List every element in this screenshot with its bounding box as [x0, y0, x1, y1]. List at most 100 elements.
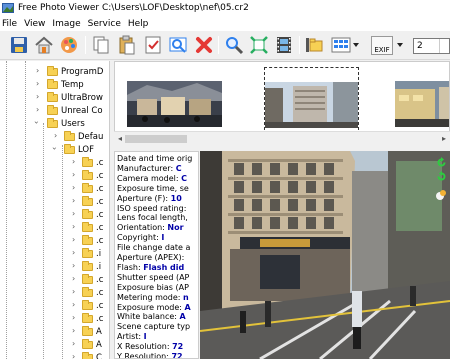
expand-chevron-icon[interactable]: ›	[54, 131, 57, 140]
thumbnail-selected[interactable]	[264, 67, 359, 135]
folder-icon	[82, 352, 93, 359]
expand-chevron-icon[interactable]: ›	[72, 300, 75, 309]
zoom-icon[interactable]	[224, 35, 244, 55]
tree-item-lof-child[interactable]: › .c	[0, 313, 109, 325]
tree-item-temp[interactable]: › Temp	[0, 79, 109, 91]
fit-icon[interactable]	[249, 35, 269, 55]
checklist-icon[interactable]	[143, 35, 163, 55]
tree-item-lof-child[interactable]: › .c	[0, 222, 109, 234]
folder-icon	[82, 326, 93, 336]
folder-icon	[82, 183, 93, 193]
exif-label: Aperture (F):	[117, 193, 171, 203]
thumbnail-scrollbar[interactable]: ◂ ▸	[114, 131, 450, 146]
tree-item-lof-child[interactable]: › A	[0, 326, 109, 338]
copy-icon[interactable]	[91, 35, 111, 55]
tree-item-default[interactable]: › Defau	[0, 131, 109, 143]
expand-chevron-icon[interactable]: ›	[36, 105, 39, 114]
spinner-arrows-icon[interactable]	[439, 39, 449, 53]
preview-icon[interactable]	[168, 35, 188, 55]
folder-tree: › ProgramD › Temp › UltraBrow › Unreal C…	[0, 61, 110, 359]
folder-tree-icon[interactable]	[304, 35, 324, 55]
tree-item-label: Users	[61, 119, 85, 129]
menu-file[interactable]: File	[0, 19, 23, 29]
expand-chevron-icon[interactable]: ›	[36, 92, 39, 101]
tree-item-unreal[interactable]: › Unreal Co	[0, 105, 109, 117]
scroll-left-icon[interactable]: ◂	[118, 134, 122, 143]
exif-row: White balance: A	[117, 312, 186, 322]
thumbnail-image	[127, 81, 222, 127]
menu-help[interactable]: Help	[127, 19, 155, 29]
collapse-chevron-icon[interactable]: ›	[50, 147, 59, 150]
grid-view-icon[interactable]	[331, 35, 351, 55]
exif-row: Exposure time, se	[117, 184, 189, 194]
thumbnail[interactable]	[127, 67, 222, 135]
tree-item-label: Unreal Co	[61, 106, 103, 116]
expand-chevron-icon[interactable]: ›	[72, 170, 75, 179]
exif-label: White balance:	[117, 312, 180, 322]
expand-chevron-icon[interactable]: ›	[72, 196, 75, 205]
tree-item-lof-child[interactable]: › .c	[0, 170, 109, 182]
palette-icon[interactable]	[59, 35, 79, 55]
exif-row: Artist: I	[117, 332, 147, 342]
image-preview[interactable]	[200, 151, 450, 359]
expand-chevron-icon[interactable]: ›	[72, 248, 75, 257]
tree-item-label: .i	[96, 262, 102, 272]
expand-chevron-icon[interactable]: ›	[36, 66, 39, 75]
exif-label: X Resolution:	[117, 342, 173, 352]
tree-item-label: C	[96, 353, 102, 359]
exif-dropdown-icon[interactable]	[397, 43, 403, 47]
tree-item-lof-child[interactable]: › .c	[0, 300, 109, 312]
thumbnail[interactable]	[395, 67, 449, 135]
grid-view-dropdown-icon[interactable]	[353, 43, 359, 47]
paste-icon[interactable]	[117, 35, 137, 55]
expand-chevron-icon[interactable]: ›	[72, 261, 75, 270]
home-icon[interactable]	[34, 35, 54, 55]
tree-item-lof[interactable]: › LOF	[0, 144, 109, 156]
menu-view[interactable]: View	[23, 19, 51, 29]
tree-item-lof-child[interactable]: › .i	[0, 248, 109, 260]
tree-item-lof-child[interactable]: › .c	[0, 287, 109, 299]
tree-item-lof-child[interactable]: › .c	[0, 209, 109, 221]
collapse-chevron-icon[interactable]: ›	[32, 121, 41, 124]
page-spinner[interactable]: 2	[413, 38, 450, 54]
menu-service[interactable]: Service	[87, 19, 127, 29]
tree-item-lof-child[interactable]: › .c	[0, 274, 109, 286]
exif-label: Exposure time, se	[117, 183, 189, 193]
tree-item-lof-child[interactable]: › .i	[0, 261, 109, 273]
filmstrip-icon[interactable]	[274, 35, 294, 55]
expand-chevron-icon[interactable]: ›	[72, 235, 75, 244]
rotate-left-icon[interactable]	[436, 171, 447, 185]
expand-chevron-icon[interactable]: ›	[72, 209, 75, 218]
expand-chevron-icon[interactable]: ›	[72, 222, 75, 231]
delete-icon[interactable]	[194, 35, 214, 55]
expand-chevron-icon[interactable]: ›	[72, 287, 75, 296]
expand-chevron-icon[interactable]: ›	[36, 79, 39, 88]
tree-item-lof-child[interactable]: › .c	[0, 183, 109, 195]
exif-icon[interactable]: EXIF	[371, 36, 393, 55]
expand-chevron-icon[interactable]: ›	[72, 274, 75, 283]
expand-chevron-icon[interactable]: ›	[72, 352, 75, 359]
exif-row: Lens focal length,	[117, 213, 188, 223]
expand-chevron-icon[interactable]: ›	[72, 313, 75, 322]
tree-item-lof-child[interactable]: › A	[0, 339, 109, 351]
expand-chevron-icon[interactable]: ›	[72, 183, 75, 192]
tree-item-lof-child[interactable]: › C	[0, 352, 109, 359]
folder-icon	[82, 196, 93, 206]
rotate-right-icon[interactable]	[436, 157, 447, 171]
tree-item-lof-child[interactable]: › .c	[0, 157, 109, 169]
menu-image[interactable]: Image	[51, 19, 86, 29]
title-bar: Free Photo Viewer C:\Users\LOF\Desktop\n…	[0, 0, 450, 16]
scrollbar-thumb[interactable]	[125, 135, 187, 143]
tree-item-lof-child[interactable]: › .c	[0, 196, 109, 208]
expand-chevron-icon[interactable]: ›	[72, 326, 75, 335]
tree-item-lof-child[interactable]: › .c	[0, 235, 109, 247]
save-icon[interactable]	[9, 35, 29, 55]
scroll-right-icon[interactable]: ▸	[442, 134, 446, 143]
page-value: 2	[417, 41, 423, 51]
tree-item-users[interactable]: › Users	[0, 118, 109, 130]
tree-item-programd[interactable]: › ProgramD	[0, 66, 109, 78]
expand-chevron-icon[interactable]: ›	[72, 339, 75, 348]
expand-chevron-icon[interactable]: ›	[72, 157, 75, 166]
tree-item-ultrabrow[interactable]: › UltraBrow	[0, 92, 109, 104]
effects-icon[interactable]	[435, 189, 447, 204]
